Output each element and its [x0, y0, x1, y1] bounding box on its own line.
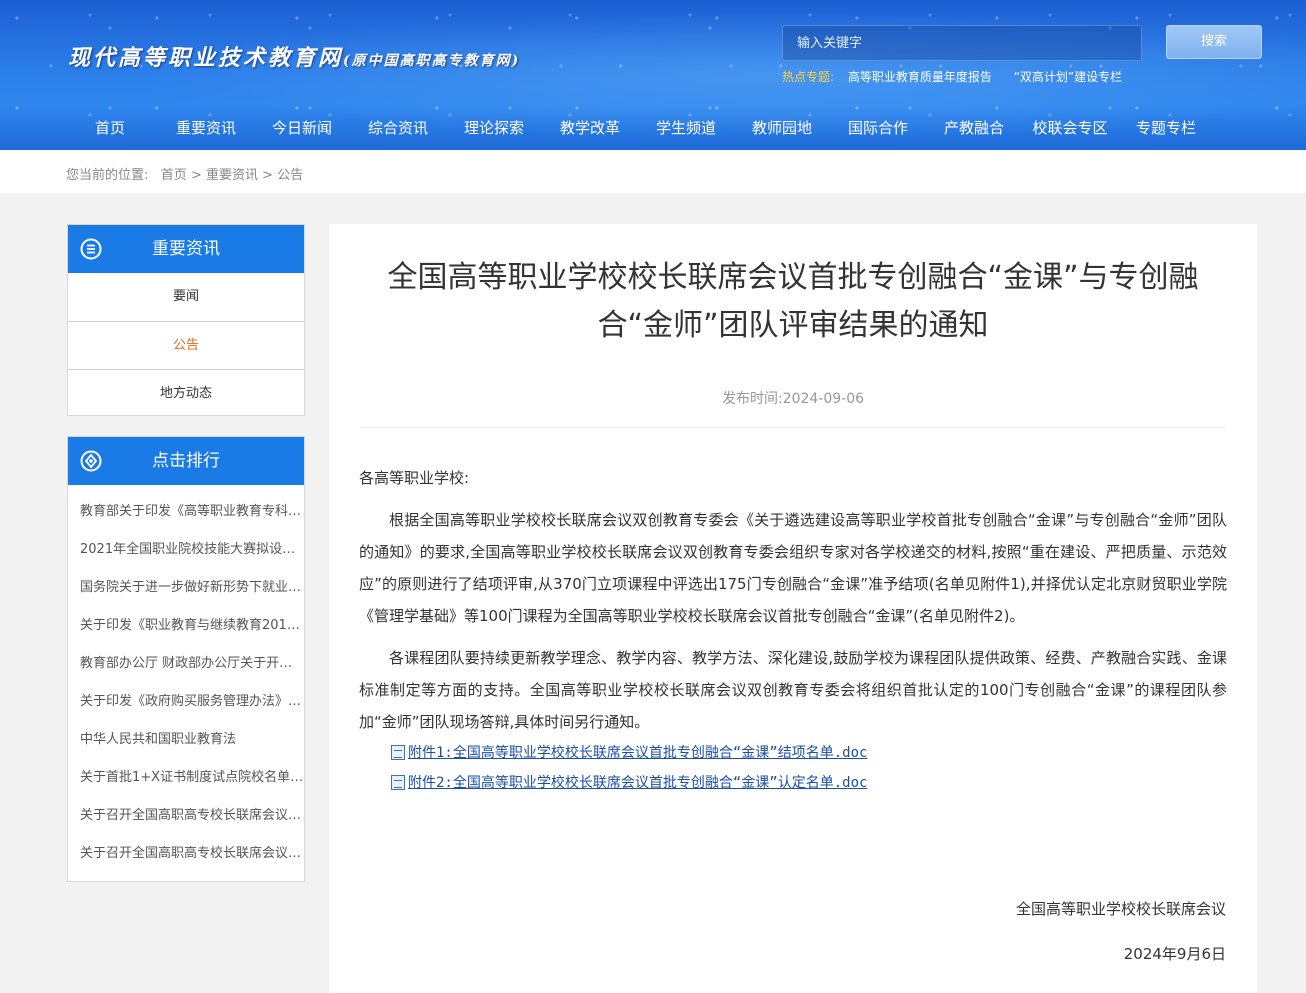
sidebar-category-box: 重要资讯 要闻 公告 地方动态: [67, 224, 305, 416]
sidebar-ranking-header: 点击排行: [68, 437, 304, 485]
breadcrumb-important-news[interactable]: 重要资讯: [206, 168, 258, 183]
sidebar-item-headlines[interactable]: 要闻: [68, 273, 304, 321]
article-panel: 全国高等职业学校校长联席会议首批专创融合“金课”与专创融合“金师”团队评审结果的…: [329, 224, 1257, 993]
sidebar-item-announcement[interactable]: 公告: [68, 321, 304, 369]
breadcrumb-home[interactable]: 首页: [161, 168, 187, 183]
article-signature-date: 2024年9月6日: [1123, 945, 1226, 963]
article-title: 全国高等职业学校校长联席会议首批专创融合“金课”与专创融合“金师”团队评审结果的…: [387, 260, 1199, 343]
search-input[interactable]: [782, 25, 1142, 61]
sidebar-ranking-box: 点击排行 教育部关于印发《高等职业教育专科教学标准》的通知 2021年全国职业院…: [67, 436, 305, 882]
nav-today-news[interactable]: 今日新闻: [254, 108, 350, 148]
ranking-item[interactable]: 中华人民共和国职业教育法: [68, 721, 304, 759]
logo-sub-text: (原中国高职高专教育网): [343, 53, 521, 69]
attachment-link-2[interactable]: 附件2:全国高等职业学校校长联席会议首批专创融合“金课”认定名单.doc: [408, 775, 867, 791]
breadcrumb-bar: 您当前的位置: 首页 > 重要资讯 > 公告: [0, 150, 1306, 193]
site-header: 现代高等职业技术教育网(原中国高职高专教育网) 搜索 热点专题: 高等职业教育质…: [0, 0, 1306, 150]
logo-main-text: 现代高等职业技术教育网: [68, 45, 344, 71]
article-divider: [359, 427, 1227, 428]
article-salutation: 各高等职业学校:: [359, 469, 470, 487]
sidebar-category-header: 重要资讯: [68, 225, 304, 273]
hot-link-annual-report[interactable]: 高等职业教育质量年度报告: [848, 70, 992, 84]
ranking-item[interactable]: 关于印发《职业教育与继续教育2018年工作要点》的通知: [68, 607, 304, 645]
site-logo[interactable]: 现代高等职业技术教育网(原中国高职高专教育网): [68, 40, 520, 72]
nav-students[interactable]: 学生频道: [638, 108, 734, 148]
hot-topics-label: 热点专题:: [782, 70, 835, 84]
ranking-item[interactable]: 教育部办公厅 财政部办公厅关于开展中国特色高水平高职学校和专业建设计划申报工作的…: [68, 645, 304, 683]
article-signature: 全国高等职业学校校长联席会议: [1015, 900, 1226, 918]
ranking-item[interactable]: 2021年全国职业院校技能大赛拟设赛项: [68, 531, 304, 569]
nav-special-topics[interactable]: 专题专栏: [1118, 108, 1214, 148]
nav-general-news[interactable]: 综合资讯: [350, 108, 446, 148]
article-paragraph: 根据全国高等职业学校校长联席会议双创教育专委会《关于遴选建设高等职业学校首批专创…: [359, 511, 1227, 625]
attachment-link-1[interactable]: 附件1:全国高等职业学校校长联席会议首批专创融合“金课”结项名单.doc: [408, 745, 867, 761]
nav-international[interactable]: 国际合作: [830, 108, 926, 148]
word-doc-icon: [391, 775, 405, 790]
ranking-item[interactable]: 关于召开全国高职高专校长联席会议工作会议的通知: [68, 835, 304, 873]
word-doc-icon: [391, 745, 405, 760]
nav-industry-education[interactable]: 产教融合: [926, 108, 1022, 148]
main-nav: 首页 重要资讯 今日新闻 综合资讯 理论探索 教学改革 学生频道 教师园地 国际…: [62, 108, 1214, 148]
hot-link-double-high[interactable]: “双高计划”建设专栏: [1014, 70, 1122, 84]
attachment-row: 附件2:全国高等职业学校校长联席会议首批专创融合“金课”认定名单.doc: [391, 768, 1227, 798]
breadcrumb-announcement[interactable]: 公告: [277, 168, 303, 183]
hot-topics: 热点专题: 高等职业教育质量年度报告 “双高计划”建设专栏: [782, 68, 1140, 85]
ranking-item[interactable]: 关于首批1+X证书制度试点院校名单的公示: [68, 759, 304, 797]
article-date-label: 发布时间:: [721, 391, 783, 407]
breadcrumb-separator: >: [262, 168, 274, 183]
search-button[interactable]: 搜索: [1166, 25, 1262, 59]
breadcrumb: 您当前的位置: 首页 > 重要资讯 > 公告: [66, 164, 303, 183]
nav-important-news[interactable]: 重要资讯: [158, 108, 254, 148]
ranking-item[interactable]: 教育部关于印发《高等职业教育专科教学标准》的通知: [68, 493, 304, 531]
sidebar-category-title: 重要资讯: [152, 239, 220, 259]
nav-teachers[interactable]: 教师园地: [734, 108, 830, 148]
ranking-item[interactable]: 国务院关于进一步做好新形势下就业创业工作的意见: [68, 569, 304, 607]
nav-home[interactable]: 首页: [62, 108, 158, 148]
ranking-item[interactable]: 关于印发《政府购买服务管理办法》的通知: [68, 683, 304, 721]
breadcrumb-label: 您当前的位置:: [66, 168, 149, 183]
sidebar-item-local-news[interactable]: 地方动态: [68, 369, 304, 417]
article-body: 各高等职业学校: 根据全国高等职业学校校长联席会议双创教育专委会《关于遴选建设高…: [359, 462, 1227, 798]
ranking-item[interactable]: 关于召开全国高职高专校长联席会议年会的通知: [68, 797, 304, 835]
nav-teaching-reform[interactable]: 教学改革: [542, 108, 638, 148]
attachment-row: 附件1:全国高等职业学校校长联席会议首批专创融合“金课”结项名单.doc: [391, 738, 1227, 768]
article-paragraph: 各课程团队要持续更新教学理念、教学内容、教学方法、深化建设,鼓励学校为课程团队提…: [359, 649, 1227, 731]
ranking-list: 教育部关于印发《高等职业教育专科教学标准》的通知 2021年全国职业院校技能大赛…: [68, 485, 304, 873]
article-date: 发布时间:2024-09-06: [329, 388, 1257, 408]
nav-theory[interactable]: 理论探索: [446, 108, 542, 148]
article-date-value: 2024-09-06: [782, 391, 865, 407]
nav-alliance-zone[interactable]: 校联会专区: [1022, 108, 1118, 148]
sidebar-ranking-title: 点击排行: [152, 451, 220, 471]
breadcrumb-separator: >: [190, 168, 202, 183]
